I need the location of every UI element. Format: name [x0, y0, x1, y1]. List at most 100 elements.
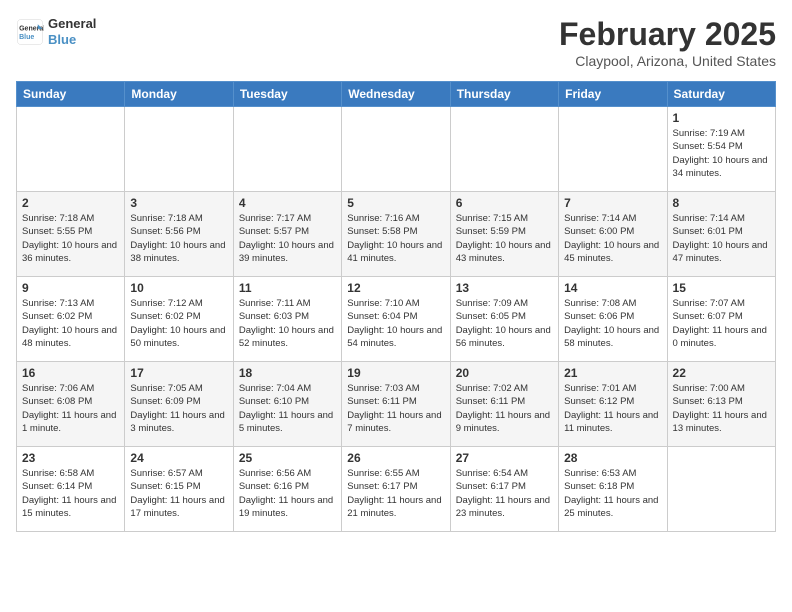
day-info: Sunrise: 7:11 AM Sunset: 6:03 PM Dayligh… — [239, 297, 336, 350]
calendar-cell: 6 Sunrise: 7:15 AM Sunset: 5:59 PM Daylig… — [450, 192, 558, 277]
calendar-table: SundayMondayTuesdayWednesdayThursdayFrid… — [16, 81, 776, 532]
day-number: 1 — [673, 111, 770, 125]
calendar-cell: 14 Sunrise: 7:08 AM Sunset: 6:06 PM Dayli… — [559, 277, 667, 362]
day-number: 25 — [239, 451, 336, 465]
day-number: 4 — [239, 196, 336, 210]
day-info: Sunrise: 7:12 AM Sunset: 6:02 PM Dayligh… — [130, 297, 227, 350]
calendar-cell: 1 Sunrise: 7:19 AM Sunset: 5:54 PM Daylig… — [667, 107, 775, 192]
day-number: 24 — [130, 451, 227, 465]
day-info: Sunrise: 6:58 AM Sunset: 6:14 PM Dayligh… — [22, 467, 119, 520]
day-number: 21 — [564, 366, 661, 380]
calendar-cell: 17 Sunrise: 7:05 AM Sunset: 6:09 PM Dayli… — [125, 362, 233, 447]
day-number: 17 — [130, 366, 227, 380]
weekday-header-monday: Monday — [125, 82, 233, 107]
day-info: Sunrise: 7:09 AM Sunset: 6:05 PM Dayligh… — [456, 297, 553, 350]
day-info: Sunrise: 6:57 AM Sunset: 6:15 PM Dayligh… — [130, 467, 227, 520]
day-info: Sunrise: 7:19 AM Sunset: 5:54 PM Dayligh… — [673, 127, 770, 180]
day-number: 9 — [22, 281, 119, 295]
day-number: 20 — [456, 366, 553, 380]
calendar-cell: 10Sunrise: 7:12 AM Sunset: 6:02 PM Dayli… — [125, 277, 233, 362]
calendar-week-1: 1 Sunrise: 7:19 AM Sunset: 5:54 PM Daylig… — [17, 107, 776, 192]
day-info: Sunrise: 7:05 AM Sunset: 6:09 PM Dayligh… — [130, 382, 227, 435]
logo-blue: Blue — [48, 32, 96, 48]
calendar-cell — [450, 107, 558, 192]
day-number: 16 — [22, 366, 119, 380]
calendar-week-4: 16 Sunrise: 7:06 AM Sunset: 6:08 PM Dayli… — [17, 362, 776, 447]
weekday-header-thursday: Thursday — [450, 82, 558, 107]
calendar-cell: 11Sunrise: 7:11 AM Sunset: 6:03 PM Dayli… — [233, 277, 341, 362]
calendar-cell: 28Sunrise: 6:53 AM Sunset: 6:18 PM Dayli… — [559, 447, 667, 532]
calendar-cell: 7 Sunrise: 7:14 AM Sunset: 6:00 PM Daylig… — [559, 192, 667, 277]
calendar-cell: 20 Sunrise: 7:02 AM Sunset: 6:11 PM Dayli… — [450, 362, 558, 447]
calendar-cell: 13 Sunrise: 7:09 AM Sunset: 6:05 PM Dayli… — [450, 277, 558, 362]
calendar-cell: 3 Sunrise: 7:18 AM Sunset: 5:56 PM Daylig… — [125, 192, 233, 277]
calendar-cell: 9Sunrise: 7:13 AM Sunset: 6:02 PM Daylig… — [17, 277, 125, 362]
page-header: General Blue General Blue February 2025 … — [16, 16, 776, 69]
day-info: Sunrise: 6:55 AM Sunset: 6:17 PM Dayligh… — [347, 467, 444, 520]
location: Claypool, Arizona, United States — [559, 53, 776, 69]
calendar-week-3: 9Sunrise: 7:13 AM Sunset: 6:02 PM Daylig… — [17, 277, 776, 362]
calendar-cell — [559, 107, 667, 192]
weekday-header-friday: Friday — [559, 82, 667, 107]
day-number: 22 — [673, 366, 770, 380]
calendar-cell: 26 Sunrise: 6:55 AM Sunset: 6:17 PM Dayli… — [342, 447, 450, 532]
day-info: Sunrise: 7:16 AM Sunset: 5:58 PM Dayligh… — [347, 212, 444, 265]
day-info: Sunrise: 7:14 AM Sunset: 6:00 PM Dayligh… — [564, 212, 661, 265]
day-number: 26 — [347, 451, 444, 465]
day-info: Sunrise: 7:14 AM Sunset: 6:01 PM Dayligh… — [673, 212, 770, 265]
day-number: 13 — [456, 281, 553, 295]
calendar-cell: 16 Sunrise: 7:06 AM Sunset: 6:08 PM Dayli… — [17, 362, 125, 447]
day-info: Sunrise: 7:08 AM Sunset: 6:06 PM Dayligh… — [564, 297, 661, 350]
day-number: 8 — [673, 196, 770, 210]
day-info: Sunrise: 7:15 AM Sunset: 5:59 PM Dayligh… — [456, 212, 553, 265]
calendar-cell: 24 Sunrise: 6:57 AM Sunset: 6:15 PM Dayli… — [125, 447, 233, 532]
day-info: Sunrise: 7:01 AM Sunset: 6:12 PM Dayligh… — [564, 382, 661, 435]
day-info: Sunrise: 7:18 AM Sunset: 5:55 PM Dayligh… — [22, 212, 119, 265]
day-number: 5 — [347, 196, 444, 210]
day-info: Sunrise: 7:17 AM Sunset: 5:57 PM Dayligh… — [239, 212, 336, 265]
calendar-cell — [17, 107, 125, 192]
logo: General Blue General Blue — [16, 16, 96, 47]
day-info: Sunrise: 7:03 AM Sunset: 6:11 PM Dayligh… — [347, 382, 444, 435]
logo-general: General — [48, 16, 96, 32]
calendar-cell — [233, 107, 341, 192]
day-info: Sunrise: 6:56 AM Sunset: 6:16 PM Dayligh… — [239, 467, 336, 520]
calendar-cell: 2Sunrise: 7:18 AM Sunset: 5:55 PM Daylig… — [17, 192, 125, 277]
calendar-cell: 5 Sunrise: 7:16 AM Sunset: 5:58 PM Daylig… — [342, 192, 450, 277]
calendar-cell: 4 Sunrise: 7:17 AM Sunset: 5:57 PM Daylig… — [233, 192, 341, 277]
calendar-cell: 15Sunrise: 7:07 AM Sunset: 6:07 PM Dayli… — [667, 277, 775, 362]
calendar-cell: 8 Sunrise: 7:14 AM Sunset: 6:01 PM Daylig… — [667, 192, 775, 277]
day-number: 27 — [456, 451, 553, 465]
day-number: 14 — [564, 281, 661, 295]
day-number: 7 — [564, 196, 661, 210]
calendar-week-5: 23 Sunrise: 6:58 AM Sunset: 6:14 PM Dayli… — [17, 447, 776, 532]
day-info: Sunrise: 7:04 AM Sunset: 6:10 PM Dayligh… — [239, 382, 336, 435]
day-number: 15 — [673, 281, 770, 295]
day-number: 19 — [347, 366, 444, 380]
day-number: 23 — [22, 451, 119, 465]
day-info: Sunrise: 7:00 AM Sunset: 6:13 PM Dayligh… — [673, 382, 770, 435]
calendar-cell: 25 Sunrise: 6:56 AM Sunset: 6:16 PM Dayli… — [233, 447, 341, 532]
day-info: Sunrise: 7:06 AM Sunset: 6:08 PM Dayligh… — [22, 382, 119, 435]
day-info: Sunrise: 6:54 AM Sunset: 6:17 PM Dayligh… — [456, 467, 553, 520]
calendar-cell — [667, 447, 775, 532]
calendar-cell — [125, 107, 233, 192]
calendar-cell: 21 Sunrise: 7:01 AM Sunset: 6:12 PM Dayli… — [559, 362, 667, 447]
calendar-cell: 27 Sunrise: 6:54 AM Sunset: 6:17 PM Dayli… — [450, 447, 558, 532]
day-number: 28 — [564, 451, 661, 465]
month-title: February 2025 — [559, 16, 776, 53]
day-number: 18 — [239, 366, 336, 380]
svg-text:Blue: Blue — [19, 34, 34, 41]
day-info: Sunrise: 7:18 AM Sunset: 5:56 PM Dayligh… — [130, 212, 227, 265]
weekday-header-tuesday: Tuesday — [233, 82, 341, 107]
day-number: 12 — [347, 281, 444, 295]
calendar-cell: 22 Sunrise: 7:00 AM Sunset: 6:13 PM Dayli… — [667, 362, 775, 447]
day-number: 6 — [456, 196, 553, 210]
day-info: Sunrise: 7:02 AM Sunset: 6:11 PM Dayligh… — [456, 382, 553, 435]
calendar-cell: 12Sunrise: 7:10 AM Sunset: 6:04 PM Dayli… — [342, 277, 450, 362]
calendar-cell: 19 Sunrise: 7:03 AM Sunset: 6:11 PM Dayli… — [342, 362, 450, 447]
day-number: 3 — [130, 196, 227, 210]
calendar-header-row: SundayMondayTuesdayWednesdayThursdayFrid… — [17, 82, 776, 107]
logo-icon: General Blue — [16, 18, 44, 46]
svg-text:General: General — [19, 25, 44, 32]
